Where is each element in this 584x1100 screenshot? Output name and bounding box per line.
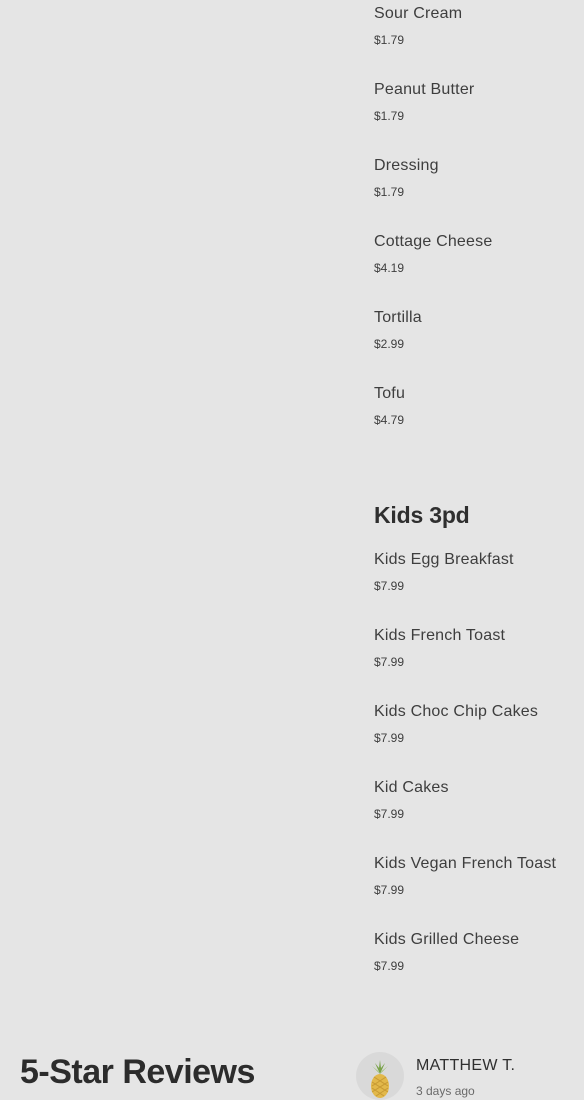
menu-item-price: $4.19 [374, 261, 405, 275]
menu-item-name: Tortilla [374, 309, 422, 326]
pineapple-icon [371, 1060, 389, 1098]
kids-items-list: Kids Egg Breakfast $7.99 Kids French Toa… [374, 551, 580, 1008]
menu-item[interactable]: Kid Cakes $7.99 [374, 779, 580, 856]
reviewer-name: MATTHEW T. [416, 1057, 516, 1074]
menu-item[interactable]: Kids Vegan French Toast $7.99 [374, 855, 580, 932]
menu-item-name: Cottage Cheese [374, 233, 493, 250]
menu-item-price: $7.99 [374, 807, 405, 821]
menu-item-name: Kid Cakes [374, 779, 449, 796]
menu-item[interactable]: Tofu $4.79 [374, 380, 580, 456]
menu-item-price: $1.79 [374, 109, 405, 123]
menu-item-price: $4.79 [374, 413, 405, 427]
menu-item[interactable]: Kids Choc Chip Cakes $7.99 [374, 703, 580, 780]
menu-item[interactable]: Dressing $1.79 [374, 152, 580, 228]
addons-list: Sour Cream $1.79 Peanut Butter $1.79 Dre… [374, 0, 580, 456]
review-time: 3 days ago [416, 1084, 475, 1098]
review-card[interactable]: MATTHEW T. 3 days ago [356, 1052, 584, 1100]
menu-item-price: $2.99 [374, 337, 405, 351]
section-title-kids: Kids 3pd [374, 502, 580, 552]
menu-item-price: $7.99 [374, 959, 405, 973]
menu-item[interactable]: Peanut Butter $1.79 [374, 76, 580, 152]
menu-item[interactable]: Kids French Toast $7.99 [374, 627, 580, 704]
menu-item-name: Kids French Toast [374, 627, 506, 644]
menu-column: Sour Cream $1.79 Peanut Butter $1.79 Dre… [374, 0, 580, 1008]
menu-item-name: Dressing [374, 157, 439, 174]
menu-item[interactable]: Tortilla $2.99 [374, 304, 580, 380]
menu-item-price: $7.99 [374, 731, 405, 745]
menu-item-name: Peanut Butter [374, 81, 475, 98]
menu-item-name: Kids Choc Chip Cakes [374, 703, 539, 720]
section-title-text: Kids 3pd [374, 502, 470, 528]
menu-item[interactable]: Kids Egg Breakfast $7.99 [374, 551, 580, 628]
menu-item[interactable]: Cottage Cheese $4.19 [374, 228, 580, 304]
menu-item-price: $7.99 [374, 883, 405, 897]
menu-item-price: $7.99 [374, 579, 405, 593]
menu-item-name: Kids Vegan French Toast [374, 855, 557, 872]
menu-item-name: Kids Egg Breakfast [374, 551, 514, 568]
menu-item-price: $1.79 [374, 33, 405, 47]
menu-item-price: $1.79 [374, 185, 405, 199]
menu-item-name: Kids Grilled Cheese [374, 931, 520, 948]
reviews-heading: 5-Star Reviews [20, 1053, 255, 1091]
menu-item-name: Sour Cream [374, 5, 463, 22]
menu-item-name: Tofu [374, 385, 406, 402]
menu-item-price: $7.99 [374, 655, 405, 669]
avatar [356, 1052, 404, 1100]
menu-item[interactable]: Kids Grilled Cheese $7.99 [374, 931, 580, 1008]
menu-item[interactable]: Sour Cream $1.79 [374, 0, 580, 76]
